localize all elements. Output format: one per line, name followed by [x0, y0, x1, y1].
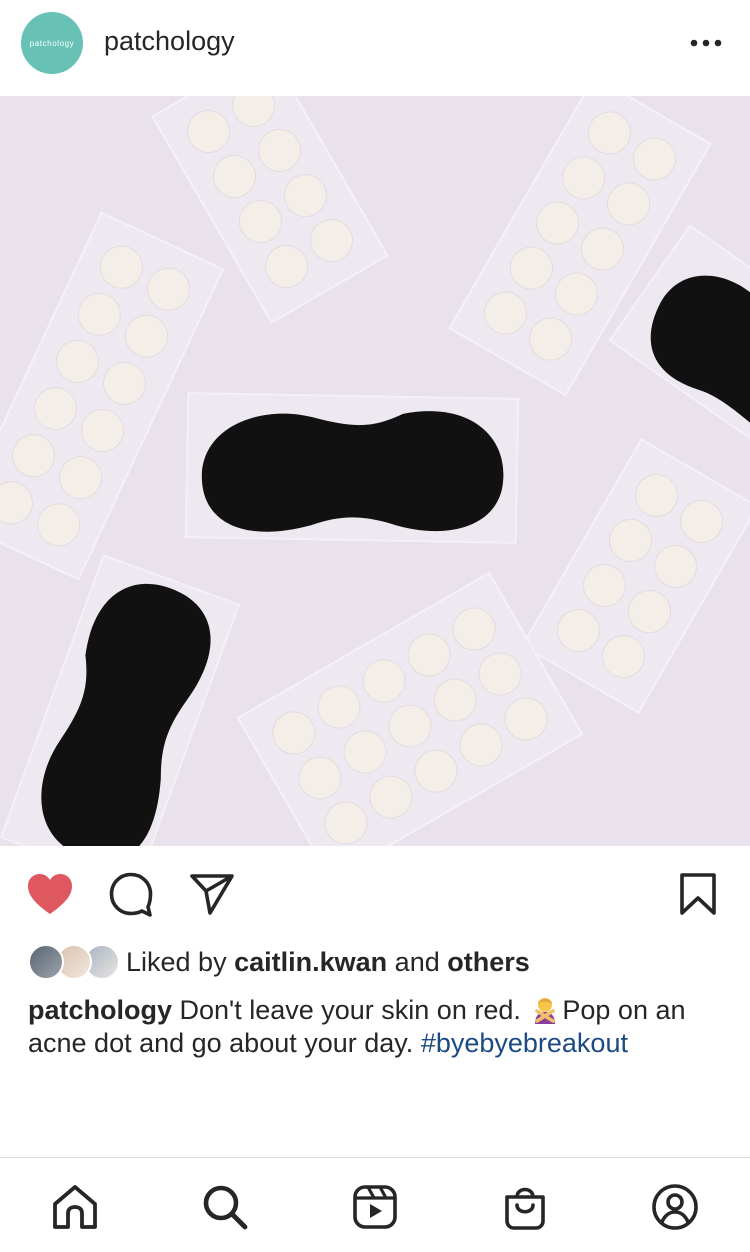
likes-others-link[interactable]: others: [447, 947, 530, 977]
likes-text: Liked by caitlin.kwan and others: [126, 947, 530, 978]
caption-username[interactable]: patchology: [28, 995, 172, 1025]
post-image-artwork: [0, 96, 750, 846]
reels-icon: [353, 1185, 397, 1229]
liker-avatar: [28, 944, 64, 980]
send-icon: [190, 874, 234, 915]
caption-hashtag[interactable]: #byebyebreakout: [421, 1028, 628, 1058]
post-actions: [0, 846, 750, 942]
like-button[interactable]: [26, 870, 74, 918]
post-header: patchology patchology: [0, 0, 750, 96]
caption-text: Don't leave your skin on red.: [179, 995, 521, 1025]
tab-home[interactable]: [50, 1182, 100, 1232]
shop-icon: [505, 1187, 545, 1230]
post-image[interactable]: [0, 96, 750, 846]
save-button[interactable]: [674, 870, 722, 918]
profile-icon: [652, 1184, 698, 1230]
liker-username[interactable]: caitlin.kwan: [234, 947, 387, 977]
liker-avatars: [28, 944, 120, 980]
tab-reels[interactable]: [350, 1182, 400, 1232]
more-options-icon[interactable]: [686, 30, 726, 56]
comment-icon: [109, 872, 153, 917]
heart-filled-icon: [28, 874, 72, 914]
bookmark-icon: [680, 873, 716, 915]
account-avatar[interactable]: patchology: [21, 12, 83, 74]
person-gesturing-no-emoji-icon: [535, 998, 556, 1024]
account-username[interactable]: patchology: [104, 26, 235, 57]
search-icon: [203, 1185, 248, 1230]
bottom-tab-bar: [0, 1157, 750, 1252]
tab-shop[interactable]: [500, 1182, 550, 1232]
likes-row[interactable]: Liked by caitlin.kwan and others: [28, 942, 728, 982]
home-icon: [53, 1185, 97, 1229]
likes-prefix: Liked by: [126, 946, 227, 977]
avatar-logo-text: patchology: [29, 38, 75, 48]
share-button[interactable]: [188, 870, 236, 918]
likes-connector: and: [394, 946, 440, 977]
post-caption: patchology Don't leave your skin on red.…: [28, 994, 728, 1060]
tab-search[interactable]: [200, 1182, 250, 1232]
tab-profile[interactable]: [650, 1182, 700, 1232]
comment-button[interactable]: [107, 870, 155, 918]
